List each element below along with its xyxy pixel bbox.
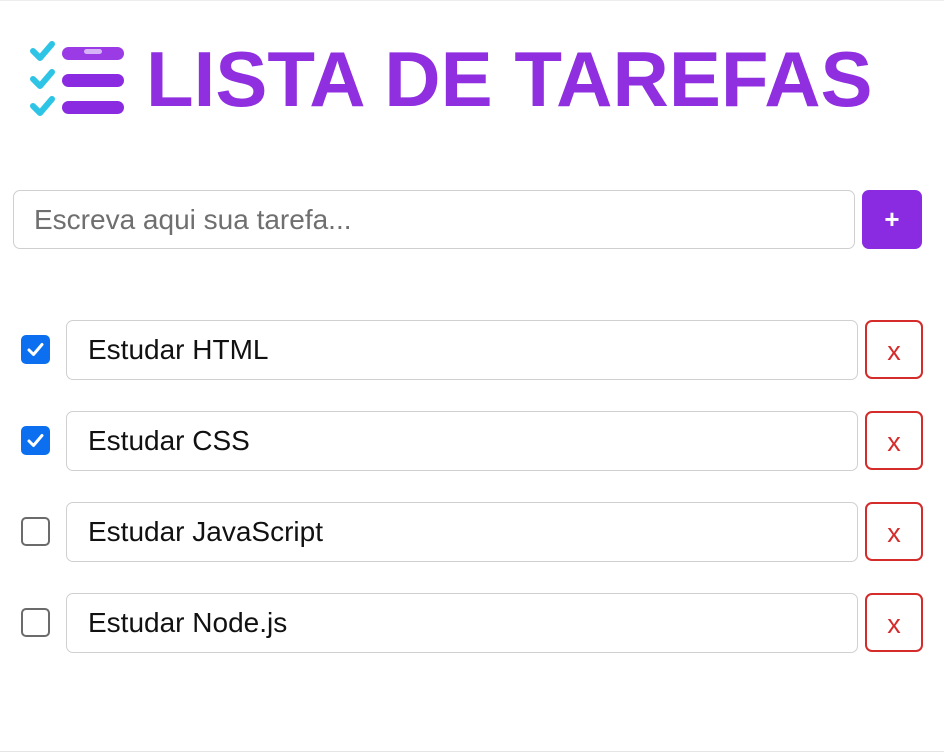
task-text-field[interactable]: Estudar JavaScript: [66, 502, 858, 562]
list-item: Estudar JavaScript x: [0, 502, 944, 562]
delete-task-button[interactable]: x: [865, 593, 923, 652]
task-input[interactable]: [13, 190, 855, 249]
task-text-field[interactable]: Estudar Node.js: [66, 593, 858, 653]
delete-task-button[interactable]: x: [865, 502, 923, 561]
add-task-button[interactable]: +: [862, 190, 922, 249]
task-checkbox[interactable]: [21, 335, 50, 364]
add-task-form: +: [13, 190, 922, 249]
page-title: LISTA DE TAREFAS: [146, 35, 873, 123]
checkmark-icon: [27, 434, 44, 447]
task-checkbox[interactable]: [21, 608, 50, 637]
task-text-field[interactable]: Estudar CSS: [66, 411, 858, 471]
delete-task-button[interactable]: x: [865, 320, 923, 379]
task-text-field[interactable]: Estudar HTML: [66, 320, 858, 380]
task-checkbox[interactable]: [21, 426, 50, 455]
delete-task-button[interactable]: x: [865, 411, 923, 470]
checklist-icon: [30, 41, 124, 116]
list-item: Estudar Node.js x: [0, 593, 944, 653]
list-item: Estudar CSS x: [0, 411, 944, 471]
list-item: Estudar HTML x: [0, 320, 944, 380]
task-checkbox[interactable]: [21, 517, 50, 546]
app-header: LISTA DE TAREFAS: [28, 37, 873, 121]
checkmark-icon: [27, 343, 44, 356]
task-list: Estudar HTML x Estudar CSS x Estudar JavaScr…: [0, 320, 944, 684]
